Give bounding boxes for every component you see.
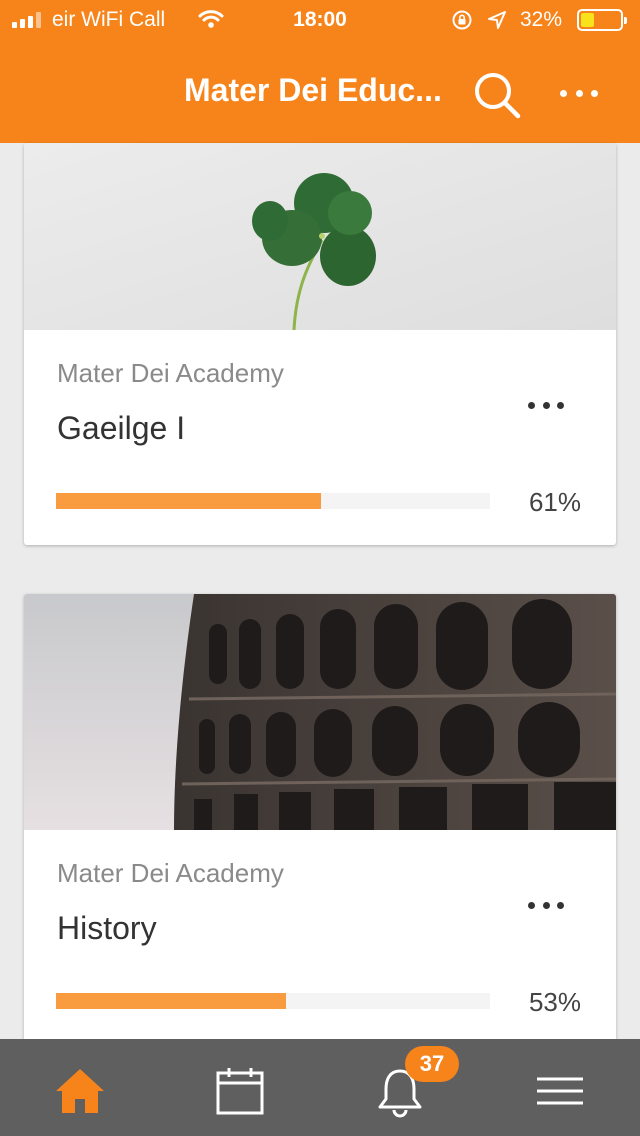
bottom-tab-bar — [0, 1039, 640, 1136]
dot — [591, 89, 598, 97]
menu-icon[interactable] — [532, 1063, 588, 1119]
dot — [575, 89, 583, 97]
progress-fill — [56, 993, 287, 1009]
course-card[interactable]: Mater Dei Academy History 53% — [24, 594, 616, 1054]
page-title: Mater Dei Educ... — [184, 72, 442, 108]
rotation-lock-icon — [452, 10, 472, 30]
location-arrow-icon — [488, 11, 506, 29]
course-title[interactable]: History — [57, 910, 157, 947]
course-image-colosseum — [24, 594, 616, 830]
notification-badge: 37 — [405, 1046, 459, 1082]
progress-bar — [56, 493, 490, 509]
course-title[interactable]: Gaeilge I — [57, 410, 185, 447]
calendar-icon[interactable] — [212, 1063, 268, 1119]
status-bar: eir WiFi Call 18:00 32% — [0, 0, 640, 42]
course-image-shamrock — [24, 143, 616, 330]
battery-percent: 32% — [520, 8, 563, 31]
more-options-button[interactable] — [556, 78, 602, 108]
progress-percent: 61% — [528, 487, 581, 517]
course-options-button[interactable] — [526, 395, 566, 415]
app-header: eir WiFi Call 18:00 32% Mater Dei Educ..… — [0, 0, 640, 143]
course-card[interactable]: Mater Dei Academy Gaeilge I 61% — [24, 143, 616, 545]
school-name: Mater Dei Academy — [57, 358, 284, 388]
school-name: Mater Dei Academy — [57, 858, 284, 888]
course-options-button[interactable] — [526, 895, 566, 915]
battery-icon — [577, 9, 627, 31]
progress-bar — [56, 993, 490, 1009]
progress-percent: 53% — [528, 987, 581, 1017]
progress-fill — [56, 493, 321, 509]
dot — [560, 89, 567, 97]
home-icon[interactable] — [52, 1063, 108, 1119]
search-icon[interactable] — [470, 68, 524, 122]
